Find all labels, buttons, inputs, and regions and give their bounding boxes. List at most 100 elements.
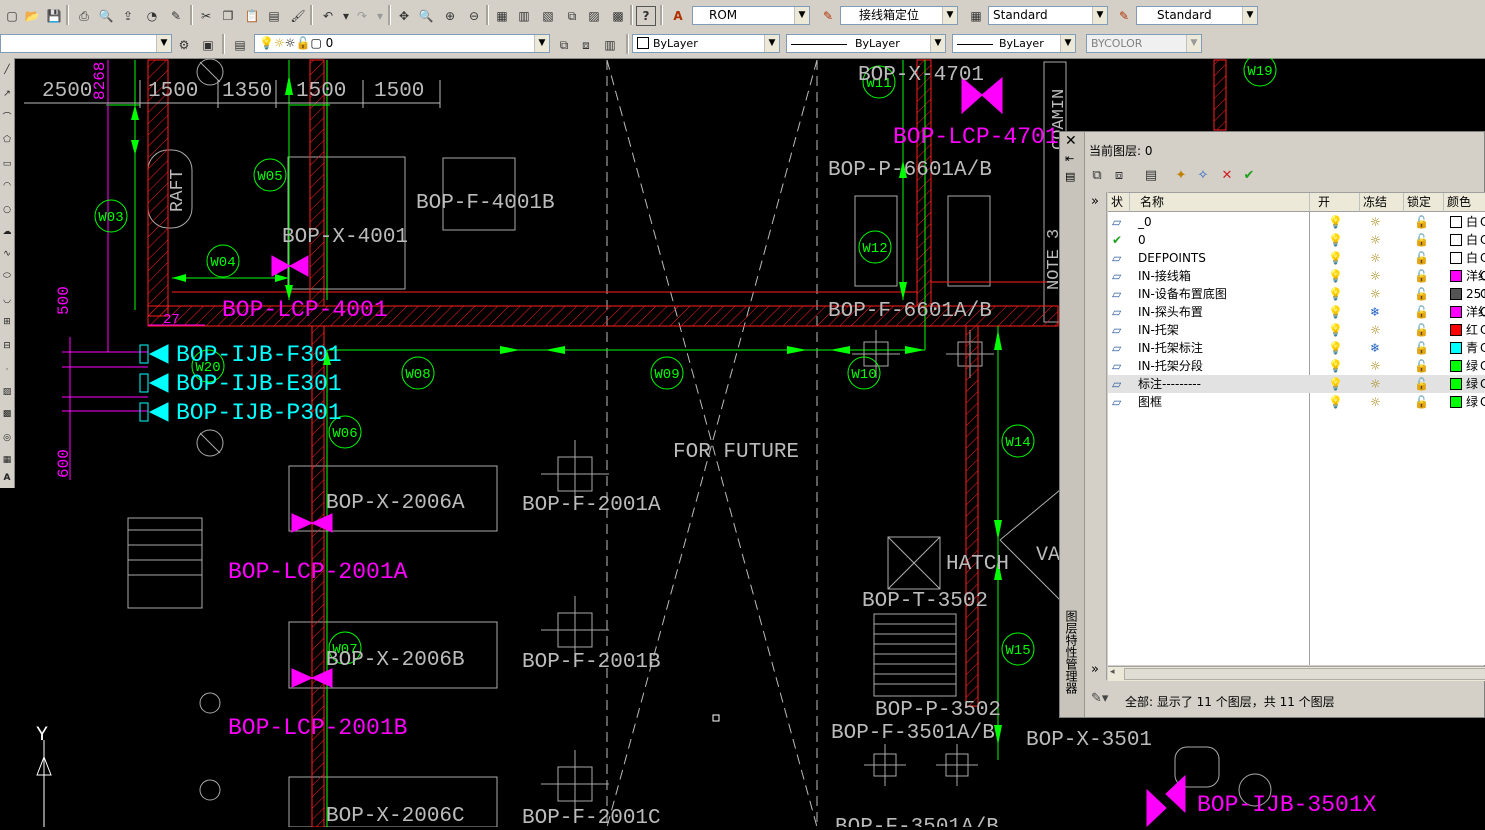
layer-on-icon[interactable]: 💡 [1328, 231, 1343, 249]
layer-row[interactable]: ▱IN-设备布置底图💡☼🔓251C [1108, 285, 1485, 303]
new-file-icon[interactable]: ▢ [2, 6, 22, 26]
pan-icon[interactable]: ✥ [394, 6, 414, 26]
unlocked-icon[interactable]: 🔓 [1414, 321, 1429, 339]
collapse-filter-icon[interactable]: » [1091, 662, 1099, 677]
linetype-control-select[interactable]: ByLayer ▼ [786, 34, 946, 53]
plot-style-control-select[interactable]: BYCOLOR ▼ [1086, 34, 1202, 53]
unlocked-icon[interactable]: 🔓 [1414, 303, 1429, 321]
unlocked-icon[interactable]: 🔓 [1414, 393, 1429, 411]
new-property-filter-icon[interactable]: ⧉ [1088, 166, 1106, 184]
dim-style-icon[interactable]: ✎ [818, 6, 838, 26]
table-style-select[interactable]: Standard ▼ [988, 6, 1108, 25]
multileader-style-icon[interactable]: ✎ [1114, 6, 1134, 26]
dim-style-select[interactable]: 接线箱定位 ▼ [840, 6, 958, 25]
layer-states-icon[interactable]: ▥ [600, 35, 620, 55]
layer-color[interactable]: 白 [1450, 231, 1478, 249]
unlocked-icon[interactable]: 🔓 [1414, 231, 1429, 249]
layer-select[interactable]: 💡☼☼🔓▢ 0 ▼ [254, 34, 550, 53]
make-current-icon[interactable]: ⧉ [554, 35, 574, 55]
publish-icon[interactable]: ⇪ [118, 6, 138, 26]
layer-row[interactable]: ✔ 0 💡 ☼ 🔓 白C [1108, 231, 1485, 249]
col-name[interactable]: 名称 [1130, 193, 1310, 212]
new-layer-icon[interactable]: ✦ [1172, 166, 1190, 184]
layer-row[interactable]: ▱ 标注--------- 💡 ☼ 🔓 绿C [1108, 375, 1485, 393]
layer-on-icon[interactable]: 💡 [1328, 375, 1343, 393]
unlocked-icon[interactable]: 🔓 [1414, 267, 1429, 285]
etransmit-icon[interactable]: ✎ [166, 6, 186, 26]
arc-icon[interactable]: ◠ [1, 180, 13, 192]
cut-icon[interactable]: ✂ [196, 6, 216, 26]
layer-color[interactable]: 红 [1450, 321, 1478, 339]
layer-properties-icon[interactable]: ▤ [230, 35, 250, 55]
print-icon[interactable]: ⎙ [74, 6, 94, 26]
col-color[interactable]: 颜色 [1444, 193, 1485, 212]
help-icon[interactable]: ? [636, 6, 656, 26]
set-current-icon[interactable]: ✔ [1240, 166, 1258, 184]
thawed-icon[interactable]: ☼ [1370, 231, 1381, 249]
layer-on-icon[interactable]: 💡 [1328, 357, 1343, 375]
construction-line-icon[interactable]: ↗ [1, 88, 13, 100]
unlocked-icon[interactable]: 🔓 [1414, 339, 1429, 357]
redo-icon[interactable]: ↷ [352, 6, 372, 26]
workspace-settings-icon[interactable]: ⚙ [174, 35, 194, 55]
layer-row[interactable]: ▱ 图框 💡 ☼ 🔓 绿C [1108, 393, 1485, 411]
quickcalc-icon[interactable]: ▩ [608, 6, 628, 26]
palette-properties-icon[interactable]: ▤ [1065, 170, 1075, 183]
layer-color[interactable]: 绿 [1450, 393, 1478, 411]
new-layer-vp-frozen-icon[interactable]: ✧ [1194, 166, 1212, 184]
hatch-icon[interactable]: ▨ [1, 386, 13, 398]
layer-on-icon[interactable]: 💡 [1328, 285, 1343, 303]
frozen-icon[interactable]: ❄ [1370, 339, 1380, 357]
close-icon[interactable]: ✕ [1065, 134, 1077, 148]
paste-icon[interactable]: 📋 [242, 6, 262, 26]
layer-on-icon[interactable]: 💡 [1328, 321, 1343, 339]
tool-palettes-icon[interactable]: ▧ [538, 6, 558, 26]
unlocked-icon[interactable]: 🔓 [1414, 285, 1429, 303]
polyline-icon[interactable]: ⌒ [1, 112, 13, 124]
layer-row[interactable]: ▱ IN-托架分段 💡 ☼ 🔓 绿C [1108, 357, 1485, 375]
spline-icon[interactable]: ∿ [1, 248, 13, 260]
layer-color[interactable]: 绿 [1450, 375, 1478, 393]
unlocked-icon[interactable]: 🔓 [1414, 357, 1429, 375]
insert-block-icon[interactable]: ⊞ [1, 316, 13, 328]
markup-icon[interactable]: ▨ [584, 6, 604, 26]
auto-hide-icon[interactable]: ⇤ [1065, 152, 1074, 165]
layer-row[interactable]: ▱ _0 💡 ☼ 🔓 白C [1108, 213, 1485, 231]
layer-color[interactable]: 绿 [1450, 357, 1478, 375]
workspace-select[interactable]: ▼ [0, 34, 172, 53]
undo-icon[interactable]: ↶ [318, 6, 338, 26]
frozen-icon[interactable]: ❄ [1370, 303, 1380, 321]
col-lock[interactable]: 锁定 [1404, 193, 1444, 212]
multileader-style-select[interactable]: Standard ▼ [1136, 6, 1258, 25]
layer-row[interactable]: ▱IN-探头布置💡❄🔓洋红C [1108, 303, 1485, 321]
polygon-icon[interactable]: ⬠ [1, 134, 13, 146]
zoom-previous-icon[interactable]: ⊖ [464, 6, 484, 26]
col-status[interactable]: 状 [1108, 193, 1130, 212]
layer-color[interactable]: 白 [1450, 249, 1478, 267]
paste-special-icon[interactable]: ▤ [264, 6, 284, 26]
layer-previous-icon[interactable]: ⧈ [576, 35, 596, 55]
zoom-realtime-icon[interactable]: 🔍 [416, 6, 436, 26]
rectangle-icon[interactable]: ▭ [1, 158, 13, 170]
thawed-icon[interactable]: ☼ [1370, 285, 1381, 303]
layer-on-icon[interactable]: 💡 [1328, 393, 1343, 411]
table-style-icon[interactable]: ▦ [966, 6, 986, 26]
layer-row[interactable]: ▱IN-接线箱💡☼🔓洋红C [1108, 267, 1485, 285]
layer-on-icon[interactable]: 💡 [1328, 249, 1343, 267]
layer-color[interactable]: 白 [1450, 213, 1478, 231]
thawed-icon[interactable]: ☼ [1370, 213, 1381, 231]
design-center-icon[interactable]: ▥ [514, 6, 534, 26]
circle-icon[interactable]: ○ [1, 204, 13, 216]
unlocked-icon[interactable]: 🔓 [1414, 375, 1429, 393]
print-preview-icon[interactable]: 🔍 [96, 6, 116, 26]
properties-icon[interactable]: ▦ [492, 6, 512, 26]
layer-row[interactable]: ▱ DEFPOINTS 💡 ☼ 🔓 白C [1108, 249, 1485, 267]
thawed-icon[interactable]: ☼ [1370, 393, 1381, 411]
open-file-icon[interactable]: 📂 [22, 6, 42, 26]
color-control-select[interactable]: ByLayer ▼ [632, 34, 780, 53]
unlocked-icon[interactable]: 🔓 [1414, 213, 1429, 231]
3d-dwf-icon[interactable]: ◔ [142, 6, 162, 26]
copy-icon[interactable]: ❐ [218, 6, 238, 26]
make-block-icon[interactable]: ⊟ [1, 340, 13, 352]
save-icon[interactable]: 💾 [44, 6, 64, 26]
